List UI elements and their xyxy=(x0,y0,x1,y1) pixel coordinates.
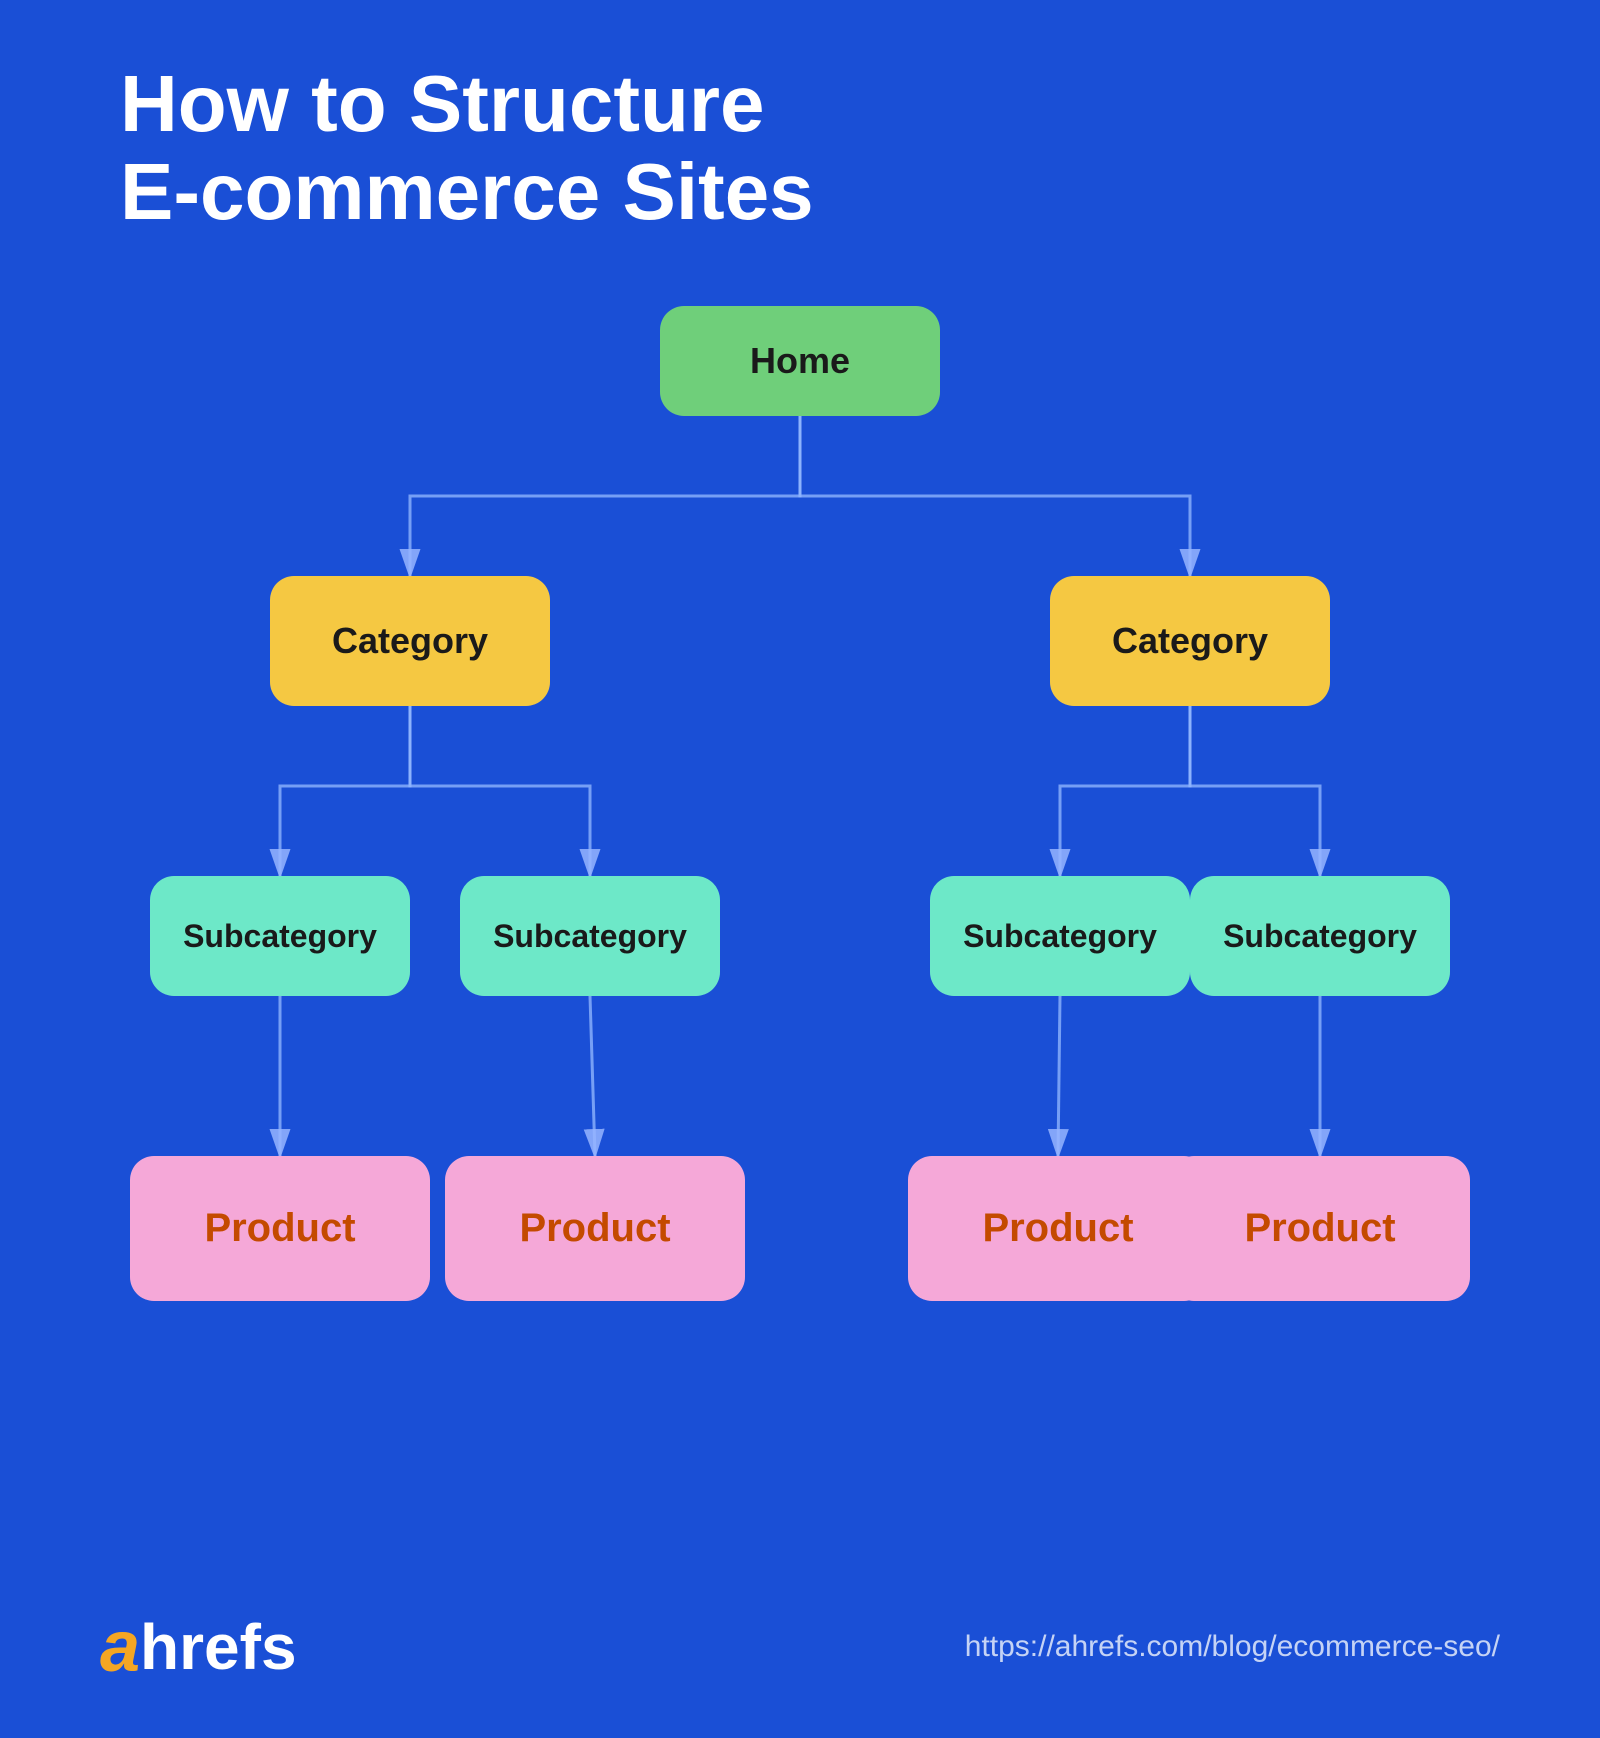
product-node-4: Product xyxy=(1170,1156,1470,1301)
logo-text: hrefs xyxy=(140,1610,297,1684)
footer-url: https://ahrefs.com/blog/ecommerce-seo/ xyxy=(965,1630,1500,1664)
subcategory-node-2: Subcategory xyxy=(460,876,720,996)
ahrefs-logo: a hrefs xyxy=(100,1606,297,1688)
subcategory-node-3: Subcategory xyxy=(930,876,1190,996)
category-node-2: Category xyxy=(1050,576,1330,706)
footer: a hrefs https://ahrefs.com/blog/ecommerc… xyxy=(0,1606,1600,1688)
logo-a: a xyxy=(100,1606,140,1688)
home-node: Home xyxy=(660,306,940,416)
page-title: How to Structure E-commerce Sites xyxy=(100,60,1500,236)
product-node-2: Product xyxy=(445,1156,745,1301)
product-node-1: Product xyxy=(130,1156,430,1301)
subcategory-node-1: Subcategory xyxy=(150,876,410,996)
product-node-3: Product xyxy=(908,1156,1208,1301)
subcategory-node-4: Subcategory xyxy=(1190,876,1450,996)
category-node-1: Category xyxy=(270,576,550,706)
diagram-area: Home Category Category Subcategory Subca… xyxy=(100,276,1500,1456)
main-container: How to Structure E-commerce Sites xyxy=(0,0,1600,1738)
